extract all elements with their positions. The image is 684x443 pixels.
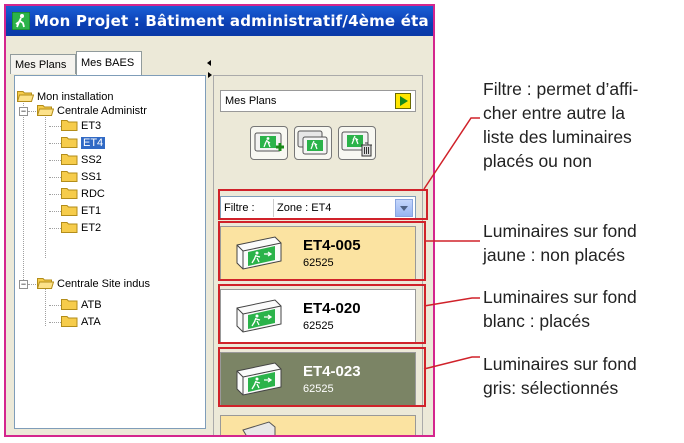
annotation-yellow: Luminaires sur fond jaune : non placés <box>483 219 637 267</box>
annotation-line: Luminaires sur fond <box>483 221 637 241</box>
annotation-line: gris: sélectionnés <box>483 378 619 398</box>
annotation-line: cher entre autre la <box>483 103 626 123</box>
tab-mes-baes[interactable]: Mes BAES <box>76 51 142 75</box>
annotation-line: Filtre : permet d’affi- <box>483 79 639 99</box>
annotation-filter: Filtre : permet d’affi- cher entre autre… <box>483 77 638 173</box>
annotation-grey: Luminaires sur fond gris: sélectionnés <box>483 352 637 400</box>
annotation-line: liste des luminaires <box>483 127 632 147</box>
annotation-line: jaune : non placés <box>483 245 626 265</box>
annotation-line: placés ou non <box>483 151 592 171</box>
annotation-white: Luminaires sur fond blanc : placés <box>483 285 637 333</box>
annotation-line: Luminaires sur fond <box>483 287 637 307</box>
annotation-line: Luminaires sur fond <box>483 354 637 374</box>
annotation-line: blanc : placés <box>483 311 591 331</box>
